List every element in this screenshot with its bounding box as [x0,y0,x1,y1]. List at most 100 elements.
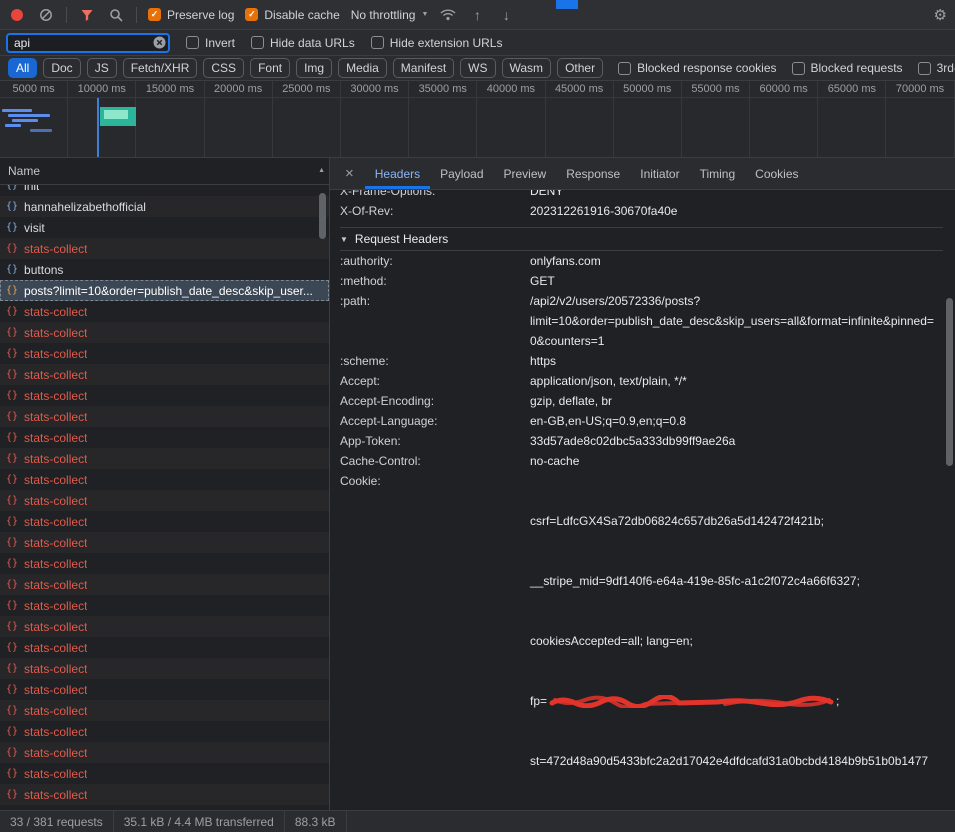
type-filter-chip[interactable]: WS [460,58,495,78]
search-button[interactable] [107,6,125,24]
type-filter-chip[interactable]: Media [338,58,387,78]
request-row[interactable]: {} stats-collect [0,574,329,595]
detail-tab[interactable]: Preview [494,158,557,189]
cookie-value: csrf=LdfcGX4Sa72db06824c657db26a5d142472… [530,471,928,810]
request-row[interactable]: {} stats-collect [0,553,329,574]
preserve-log-checkbox[interactable]: ✓ Preserve log [148,8,234,22]
request-row[interactable]: {} stats-collect [0,490,329,511]
network-toolbar: ✓ Preserve log ✓ Disable cache No thrott… [0,0,955,30]
request-row[interactable]: {} stats-collect [0,721,329,742]
extra-filter-checkbox[interactable]: Blocked response cookies [618,61,776,75]
throttling-select[interactable]: No throttling ▼ [351,8,429,22]
disable-cache-checkbox[interactable]: ✓ Disable cache [245,8,339,22]
list-scrollbar[interactable] [318,187,327,808]
request-list: {} init {} hannahelizabethofficial {} vi… [0,185,329,810]
type-filter-chip[interactable]: All [8,58,37,78]
extra-filter-checkbox[interactable]: 3rd-party requests [918,61,955,75]
request-name: stats-collect [24,578,87,592]
type-filter-chip[interactable]: Font [250,58,290,78]
filter-toggle-button[interactable] [78,6,96,24]
request-row[interactable]: {} stats-collect [0,343,329,364]
request-row[interactable]: {} stats-collect [0,595,329,616]
request-row[interactable]: {} posts?limit=10&order=publish_date_des… [0,280,329,301]
request-name: stats-collect [24,494,87,508]
detail-tab[interactable]: Timing [690,158,746,189]
request-row[interactable]: {} stats-collect [0,448,329,469]
detail-tab[interactable]: Response [556,158,630,189]
network-conditions-button[interactable] [439,6,457,24]
file-type-icon: {} [6,622,18,632]
extra-filter-checkbox[interactable]: Blocked requests [792,61,903,75]
type-filter-chip[interactable]: Other [557,58,603,78]
request-name: stats-collect [24,326,87,340]
close-details-icon[interactable]: × [334,165,365,182]
scrollbar-thumb[interactable] [946,298,953,466]
scroll-up-icon[interactable]: ▲ [318,167,325,174]
name-column-header[interactable]: Name ▲ [0,158,329,185]
details-scrollbar[interactable] [945,192,954,808]
request-row[interactable]: {} stats-collect [0,364,329,385]
request-row[interactable]: {} stats-collect [0,700,329,721]
request-row[interactable]: {} stats-collect [0,301,329,322]
filter-input[interactable] [6,33,170,53]
settings-gear-icon[interactable]: ⚙ [934,6,947,24]
invert-label: Invert [205,36,235,50]
request-row[interactable]: {} stats-collect [0,511,329,532]
file-type-icon: {} [6,748,18,758]
clear-button[interactable] [37,6,55,24]
request-row[interactable]: {} stats-collect [0,532,329,553]
detail-tab[interactable]: Payload [430,158,493,189]
export-har-button[interactable]: ↓ [497,6,515,24]
request-row[interactable]: {} stats-collect [0,616,329,637]
request-row[interactable]: {} hannahelizabethofficial [0,196,329,217]
type-filter-chip[interactable]: Img [296,58,332,78]
status-bar: 33 / 381 requests 35.1 kB / 4.4 MB trans… [0,810,955,832]
detail-tab[interactable]: Cookies [745,158,808,189]
hide-data-urls-checkbox[interactable]: Hide data URLs [251,36,355,50]
request-row[interactable]: {} stats-collect [0,637,329,658]
request-row[interactable]: {} stats-collect [0,784,329,805]
request-row[interactable]: {} stats-collect [0,238,329,259]
header-value: GET [530,271,555,291]
hide-extension-urls-checkbox[interactable]: Hide extension URLs [371,36,503,50]
request-name: hannahelizabethofficial [24,200,146,214]
request-row[interactable]: {} stats-collect [0,742,329,763]
request-row[interactable]: {} buttons [0,259,329,280]
file-type-icon: {} [6,391,18,401]
type-filter-chip[interactable]: Manifest [393,58,454,78]
scrollbar-thumb[interactable] [319,193,326,239]
file-type-icon: {} [6,664,18,674]
clear-filter-icon[interactable] [153,36,166,49]
download-icon: ↓ [503,8,510,22]
request-row[interactable]: {} visit [0,217,329,238]
request-row[interactable]: {} stats-collect [0,322,329,343]
header-row: App-Token: 33d57ade8c02dbc5a333db99ff9ae… [340,431,943,451]
request-headers-section-toggle[interactable]: ▼ Request Headers [340,227,943,251]
type-filter-chip[interactable]: JS [87,58,117,78]
record-button[interactable] [8,6,26,24]
request-row[interactable]: {} stats-collect [0,658,329,679]
invert-checkbox[interactable]: Invert [186,36,235,50]
type-filter-chip[interactable]: CSS [203,58,244,78]
request-row[interactable]: {} stats-collect [0,469,329,490]
request-row[interactable]: {} stats-collect [0,679,329,700]
network-conditions-icon [440,9,456,21]
request-row[interactable]: {} stats-collect [0,763,329,784]
detail-tab[interactable]: Headers [365,158,430,189]
request-row[interactable]: {} init [0,185,329,196]
request-name: posts?limit=10&order=publish_date_desc&s… [24,284,313,298]
timeline-overview[interactable]: 5000 ms 10000 ms 15000 ms 20000 ms 25000… [0,81,955,158]
type-filter-chip[interactable]: Doc [43,58,80,78]
cookie-line: __stripe_mid=9df140f6-e64a-419e-85fc-a1c… [530,571,928,591]
request-row[interactable]: {} stats-collect [0,406,329,427]
detail-tab[interactable]: Initiator [630,158,689,189]
request-name: stats-collect [24,725,87,739]
request-name: stats-collect [24,704,87,718]
type-filter-chip[interactable]: Wasm [502,58,552,78]
import-har-button[interactable]: ↑ [468,6,486,24]
header-value: 33d57ade8c02dbc5a333db99ff9ae26a [530,431,735,451]
type-filter-chip[interactable]: Fetch/XHR [123,58,198,78]
request-row[interactable]: {} stats-collect [0,427,329,448]
file-type-icon: {} [6,185,18,191]
request-row[interactable]: {} stats-collect [0,385,329,406]
